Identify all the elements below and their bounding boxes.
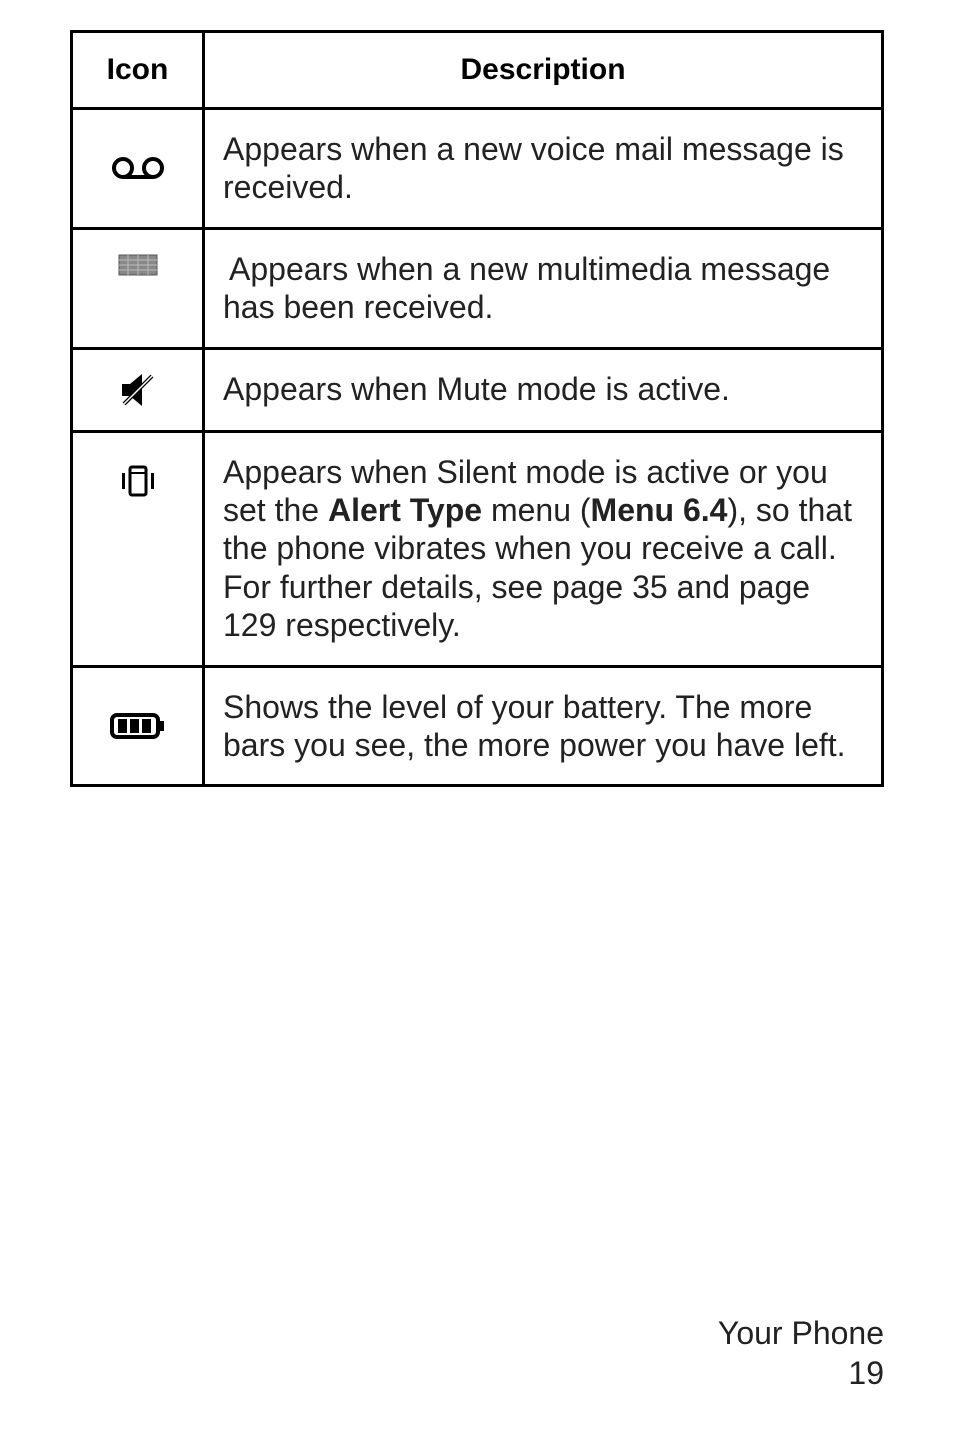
description-cell: Appears when Silent mode is active or yo… bbox=[204, 431, 883, 666]
description-cell: Shows the level of your battery. The mor… bbox=[204, 666, 883, 786]
description-cell: Appears when Mute mode is active. bbox=[204, 348, 883, 431]
footer-page-number: 19 bbox=[718, 1353, 884, 1393]
icon-cell bbox=[72, 666, 204, 786]
mute-icon bbox=[118, 370, 158, 410]
page-footer: Your Phone 19 bbox=[718, 1313, 884, 1393]
table-row: Appears when Mute mode is active. bbox=[72, 348, 883, 431]
page: Icon Description Appears when a new voic… bbox=[0, 0, 954, 1433]
mms-icon bbox=[118, 254, 158, 276]
table-row: Appears when a new voice mail message is… bbox=[72, 109, 883, 229]
desc-bold: Menu 6.4 bbox=[591, 492, 728, 528]
header-description: Description bbox=[204, 32, 883, 109]
table-row: Shows the level of your battery. The mor… bbox=[72, 666, 883, 786]
vibrate-icon bbox=[116, 461, 160, 501]
icon-cell bbox=[72, 109, 204, 229]
desc-bold: Alert Type bbox=[328, 492, 482, 528]
icon-description-table: Icon Description Appears when a new voic… bbox=[70, 30, 884, 787]
table-row: Appears when a new multimedia message ha… bbox=[72, 228, 883, 348]
icon-cell bbox=[72, 228, 204, 348]
description-cell: Appears when a new voice mail message is… bbox=[204, 109, 883, 229]
table-header-row: Icon Description bbox=[72, 32, 883, 109]
desc-part: menu ( bbox=[482, 492, 590, 528]
battery-icon bbox=[110, 711, 166, 741]
icon-cell bbox=[72, 431, 204, 666]
footer-section: Your Phone bbox=[718, 1313, 884, 1353]
description-cell: Appears when a new multimedia message ha… bbox=[204, 228, 883, 348]
voicemail-icon bbox=[112, 155, 164, 181]
header-icon: Icon bbox=[72, 32, 204, 109]
table-row: Appears when Silent mode is active or yo… bbox=[72, 431, 883, 666]
icon-cell bbox=[72, 348, 204, 431]
description-text: Appears when a new multimedia message ha… bbox=[223, 251, 830, 325]
